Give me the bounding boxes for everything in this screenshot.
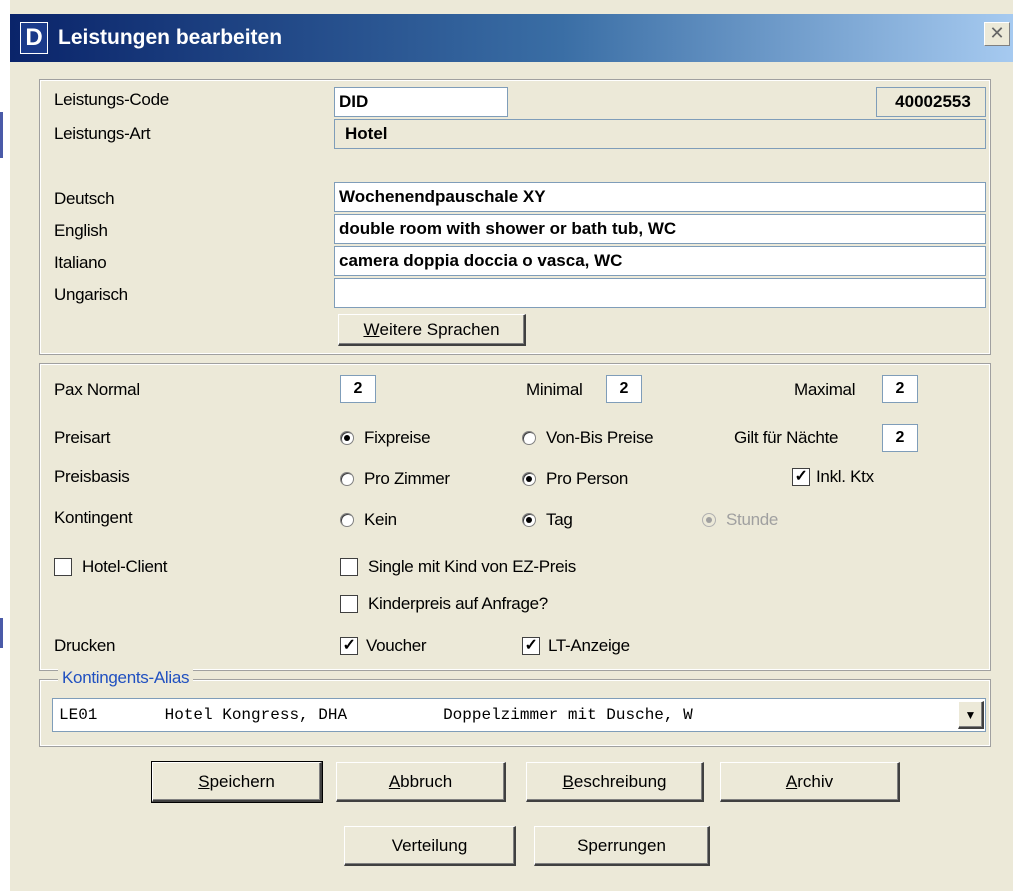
nights-label: Gilt für Nächte bbox=[734, 428, 839, 447]
checkbox-icon bbox=[340, 595, 358, 613]
chevron-down-icon: ▼ bbox=[964, 707, 977, 722]
more-languages-button[interactable]: Weitere Sprachen bbox=[338, 314, 526, 346]
preisbasis-pro-zimmer[interactable]: Pro Zimmer bbox=[340, 469, 450, 489]
code-input[interactable]: DID bbox=[334, 87, 508, 117]
kontingent-label: Kontingent bbox=[54, 508, 133, 527]
description-button[interactable]: Beschreibung bbox=[526, 762, 704, 802]
background-window-marker bbox=[0, 618, 3, 648]
pax-min-label: Minimal bbox=[526, 380, 583, 399]
hotel-client-checkbox[interactable]: Hotel-Client bbox=[54, 557, 168, 577]
cancel-button[interactable]: Abbruch bbox=[336, 762, 506, 802]
lang-input-hu[interactable] bbox=[334, 278, 986, 308]
kontingent-tag[interactable]: Tag bbox=[522, 510, 573, 530]
app-icon: D bbox=[20, 22, 48, 54]
lang-label-it: Italiano bbox=[54, 253, 107, 272]
pax-min-input[interactable]: 2 bbox=[606, 375, 642, 403]
art-field: Hotel bbox=[334, 119, 986, 149]
lang-input-en[interactable]: double room with shower or bath tub, WC bbox=[334, 214, 986, 244]
close-button[interactable]: ✕ bbox=[984, 22, 1010, 46]
preisart-label: Preisart bbox=[54, 428, 111, 447]
nights-input[interactable]: 2 bbox=[882, 424, 918, 452]
preisart-fixpreise[interactable]: Fixpreise bbox=[340, 428, 431, 448]
child-price-checkbox[interactable]: Kinderpreis auf Anfrage? bbox=[340, 594, 548, 614]
code-label: Leistungs-Code bbox=[54, 90, 169, 109]
preisart-von-bis[interactable]: Von-Bis Preise bbox=[522, 428, 654, 448]
checkbox-checked-icon: ✓ bbox=[522, 637, 540, 655]
pricing-panel bbox=[39, 363, 991, 671]
radio-icon bbox=[522, 431, 536, 445]
pax-normal-label: Pax Normal bbox=[54, 380, 140, 399]
pax-max-input[interactable]: 2 bbox=[882, 375, 918, 403]
alias-group-caption: Kontingents-Alias bbox=[58, 668, 194, 688]
window-title: Leistungen bearbeiten bbox=[58, 26, 283, 49]
checkbox-icon bbox=[340, 558, 358, 576]
distribution-button[interactable]: Verteilung bbox=[344, 826, 516, 866]
radio-icon bbox=[340, 513, 354, 527]
id-field: 40002553 bbox=[876, 87, 986, 117]
checkbox-checked-icon: ✓ bbox=[340, 637, 358, 655]
alias-dropdown-button[interactable]: ▼ bbox=[958, 701, 984, 729]
alias-selected-value: LE01 Hotel Kongress, DHA Doppelzimmer mi… bbox=[59, 706, 693, 724]
lang-input-it[interactable]: camera doppia doccia o vasca, WC bbox=[334, 246, 986, 276]
lang-input-de[interactable]: Wochenendpauschale XY bbox=[334, 182, 986, 212]
lang-label-hu: Ungarisch bbox=[54, 285, 128, 304]
locks-button[interactable]: Sperrungen bbox=[534, 826, 710, 866]
lang-label-en: English bbox=[54, 221, 108, 240]
single-child-checkbox[interactable]: Single mit Kind von EZ-Preis bbox=[340, 557, 576, 577]
drucken-label: Drucken bbox=[54, 636, 116, 655]
close-icon: ✕ bbox=[989, 23, 1005, 43]
radio-icon bbox=[340, 472, 354, 486]
kontingent-kein[interactable]: Kein bbox=[340, 510, 397, 530]
checkbox-checked-icon: ✓ bbox=[792, 468, 810, 486]
radio-icon bbox=[702, 513, 716, 527]
alias-select[interactable]: LE01 Hotel Kongress, DHA Doppelzimmer mi… bbox=[52, 698, 986, 732]
checkbox-icon bbox=[54, 558, 72, 576]
background-window-marker bbox=[0, 112, 3, 158]
lang-label-de: Deutsch bbox=[54, 189, 115, 208]
preisbasis-pro-person[interactable]: Pro Person bbox=[522, 469, 628, 489]
radio-icon bbox=[340, 431, 354, 445]
archive-button[interactable]: Archiv bbox=[720, 762, 900, 802]
save-button[interactable]: Speichern bbox=[151, 761, 323, 803]
art-label: Leistungs-Art bbox=[54, 124, 151, 143]
kontingent-stunde: Stunde bbox=[702, 510, 778, 530]
voucher-checkbox[interactable]: ✓ Voucher bbox=[340, 636, 427, 656]
pax-normal-input[interactable]: 2 bbox=[340, 375, 376, 403]
preisbasis-label: Preisbasis bbox=[54, 467, 130, 486]
radio-icon bbox=[522, 513, 536, 527]
lt-anzeige-checkbox[interactable]: ✓ LT-Anzeige bbox=[522, 636, 630, 656]
radio-icon bbox=[522, 472, 536, 486]
pax-max-label: Maximal bbox=[794, 380, 856, 399]
inkl-ktx-checkbox[interactable]: ✓ Inkl. Ktx bbox=[792, 467, 874, 487]
